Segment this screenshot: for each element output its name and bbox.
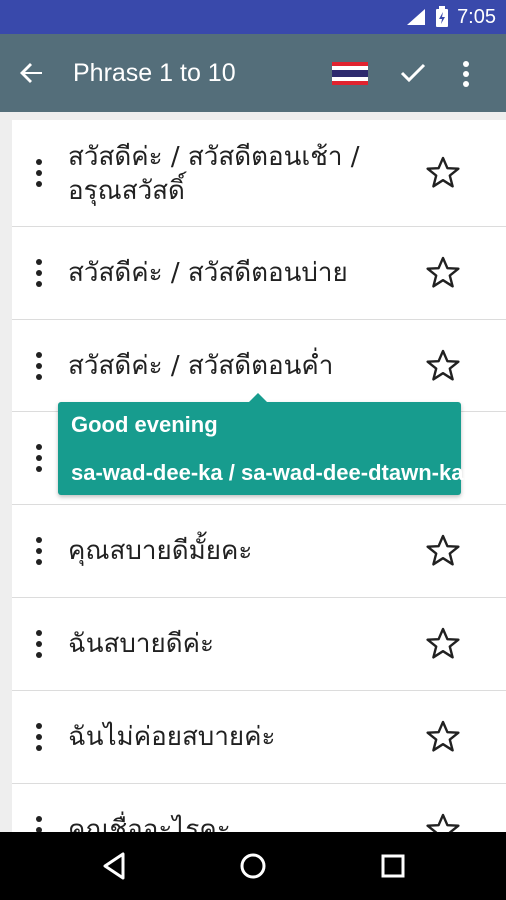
tooltip-arrow [248,393,268,403]
drag-handle-icon[interactable] [32,157,46,189]
star-icon[interactable] [425,255,461,291]
phrase-row-6[interactable]: ฉันสบายดีค่ะ [12,598,506,691]
nav-recents-icon[interactable] [377,850,409,882]
drag-handle-icon[interactable] [32,535,46,567]
drag-handle-icon[interactable] [32,442,46,474]
drag-handle-icon[interactable] [32,628,46,660]
more-vert-icon[interactable] [452,56,480,92]
drag-handle-icon[interactable] [32,257,46,289]
phrase-row-2[interactable]: สวัสดีค่ะ / สวัสดีตอนบ่าย [12,227,506,320]
phrase-row-8[interactable]: คุณชื่ออะไรคะ [12,784,506,832]
phrase-text: สวัสดีค่ะ / สวัสดีตอนเช้า / [68,142,360,172]
phrase-row-1[interactable]: สวัสดีค่ะ / สวัสดีตอนเช้า / อรุณสวัสดิ์ [12,120,506,227]
status-time: 7:05 [457,5,496,28]
drag-handle-icon[interactable] [32,814,46,832]
star-icon[interactable] [425,812,461,832]
phrase-row-7[interactable]: ฉันไม่ค่อยสบายค่ะ [12,691,506,784]
phrase-text: ฉันไม่ค่อยสบายค่ะ [68,722,276,752]
signal-icon [407,9,426,25]
back-arrow-icon[interactable] [14,55,50,91]
star-icon[interactable] [425,626,461,662]
system-nav-bar [0,832,506,900]
page-title: Phrase 1 to 10 [73,59,236,87]
tooltip-romanization: sa-wad-dee-ka / sa-wad-dee-dtawn-kam [71,460,484,485]
phrase-text-line2: อรุณสวัสดิ์ [68,176,185,206]
tooltip-english: Good evening [71,412,218,437]
phrase-text: สวัสดีค่ะ / สวัสดีตอนค่ำ [68,351,334,381]
phrase-text: คุณสบายดีมั้ยคะ [68,536,253,566]
star-icon[interactable] [425,533,461,569]
star-icon[interactable] [425,719,461,755]
star-icon[interactable] [425,155,461,191]
translation-tooltip[interactable]: Good evening sa-wad-dee-ka / sa-wad-dee-… [58,393,483,495]
check-icon[interactable] [394,54,432,92]
status-bar: 7:05 [0,0,506,34]
phrase-text: คุณชื่ออะไรคะ [68,815,231,832]
thailand-flag-icon[interactable] [332,62,368,85]
phrase-row-5[interactable]: คุณสบายดีมั้ยคะ [12,505,506,598]
battery-icon [436,6,449,27]
status-icons: 7:05 [405,0,496,34]
nav-back-icon[interactable] [99,850,131,882]
nav-home-icon[interactable] [237,850,269,882]
app-bar: Phrase 1 to 10 [0,34,506,112]
phrase-text: สวัสดีค่ะ / สวัสดีตอนบ่าย [68,258,348,288]
phrase-text: ฉันสบายดีค่ะ [68,629,214,659]
drag-handle-icon[interactable] [32,721,46,753]
drag-handle-icon[interactable] [32,350,46,382]
star-icon[interactable] [425,348,461,384]
